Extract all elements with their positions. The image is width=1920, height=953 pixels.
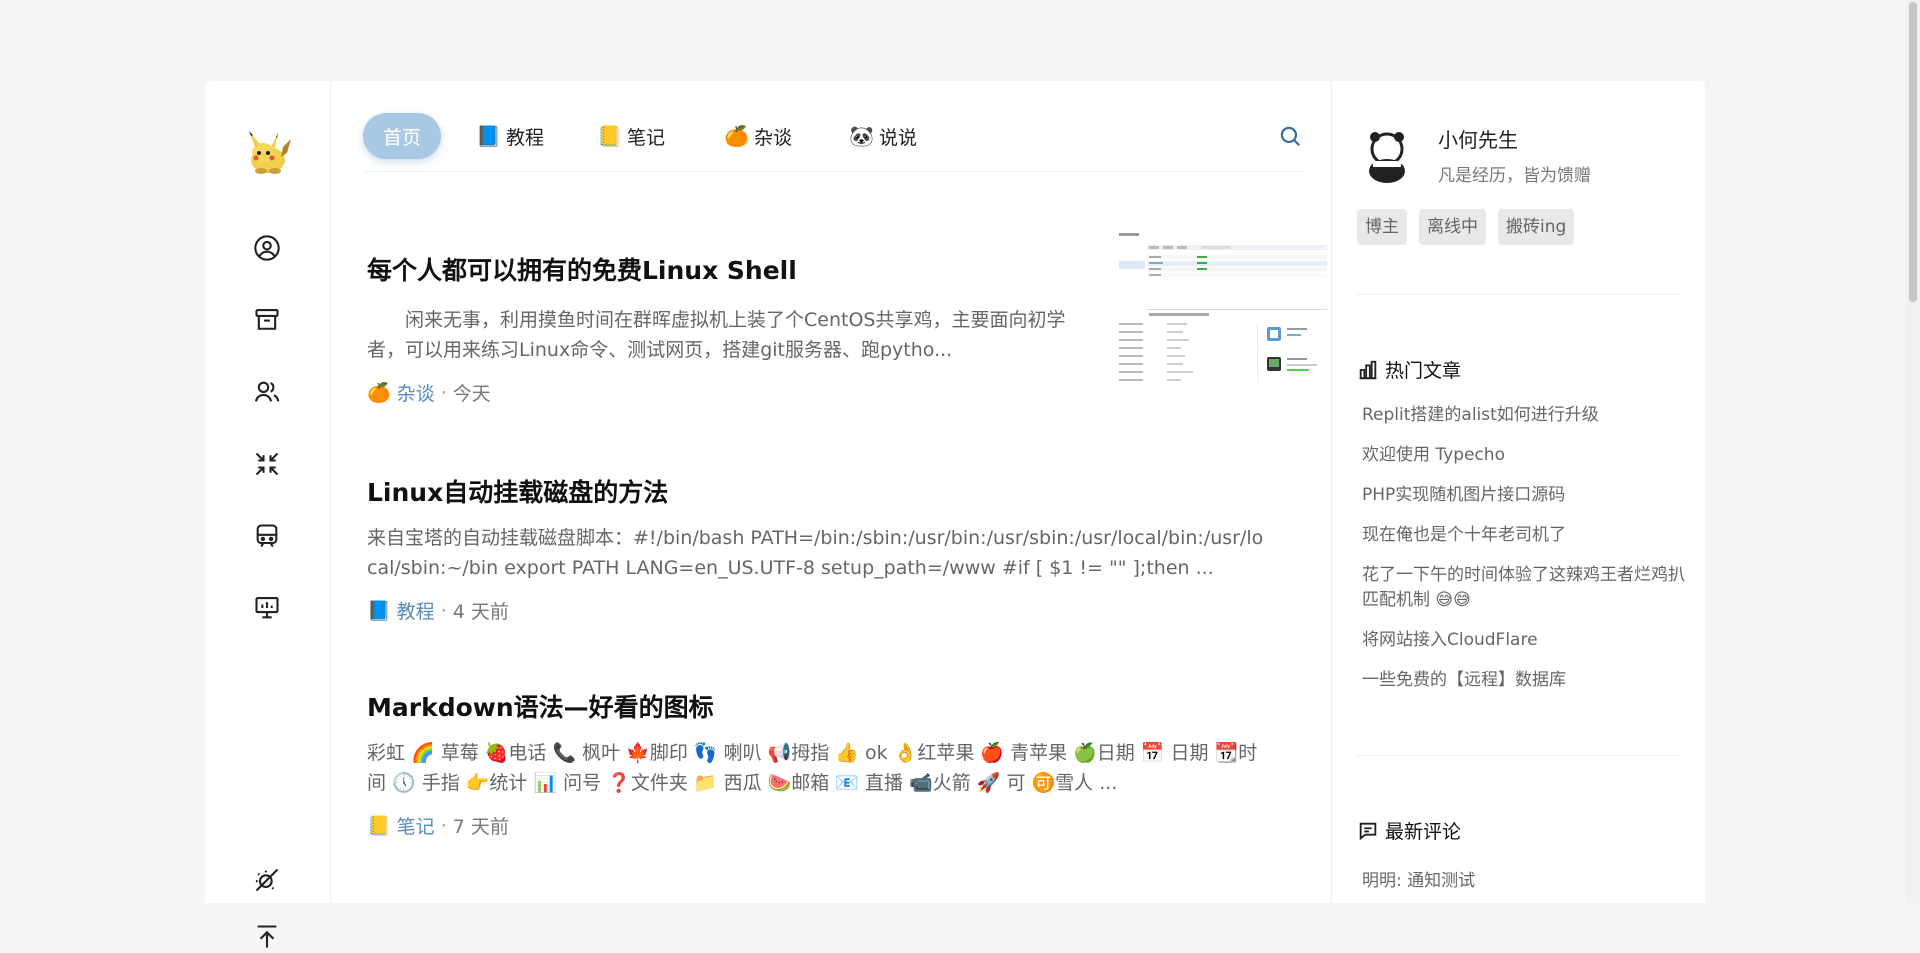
- bar-chart-icon: [1359, 360, 1377, 379]
- page-scrollbar[interactable]: [1906, 0, 1920, 903]
- author-tag: 离线中: [1419, 209, 1486, 245]
- post-excerpt: 彩虹 🌈 草莓 🍓电话 📞 枫叶 🍁脚印 👣 喇叭 📢拇指 👍 ok 👌红苹果 …: [367, 742, 1258, 794]
- post-card: Markdown语法—好看的图标 彩虹 🌈 草莓 🍓电话 📞 枫叶 🍁脚印 👣 …: [367, 688, 1297, 839]
- monitor-icon[interactable]: [251, 592, 283, 624]
- back-to-top-icon[interactable]: [251, 921, 283, 953]
- meta-separator: ·: [440, 814, 447, 837]
- hot-article-link[interactable]: Replit搭建的alist如何进行升级: [1362, 403, 1692, 428]
- shrink-icon[interactable]: [251, 448, 283, 480]
- nav-talk[interactable]: 🐼 说说: [849, 113, 917, 159]
- post-title[interactable]: Markdown语法—好看的图标: [367, 688, 1297, 724]
- scrollbar-thumb[interactable]: [1909, 2, 1917, 302]
- latest-comments-title: 最新评论: [1357, 817, 1461, 844]
- post-time: 4 天前: [452, 601, 509, 623]
- hot-article-link[interactable]: 一些免费的【远程】数据库: [1362, 668, 1692, 693]
- post-title[interactable]: Linux自动挂载磁盘的方法: [367, 473, 1297, 509]
- meta-separator: ·: [440, 381, 447, 404]
- nav-notes[interactable]: 📒 笔记: [597, 113, 665, 159]
- post-time: 今天: [452, 383, 491, 405]
- comment-icon: [1359, 822, 1377, 840]
- author-name: 小何先生: [1438, 128, 1518, 152]
- tangerine-icon: 🍊: [724, 124, 749, 148]
- ledger-icon: 📒: [597, 124, 622, 148]
- nav-home-label: 首页: [383, 126, 422, 149]
- hot-article-link[interactable]: 现在俺也是个十年老司机了: [1362, 523, 1692, 548]
- hot-article-link[interactable]: PHP实现随机图片接口源码: [1362, 483, 1692, 508]
- post-category-link[interactable]: 笔记: [397, 812, 435, 839]
- author-motto: 凡是经历，皆为馈赠: [1438, 166, 1591, 186]
- friends-icon[interactable]: [251, 376, 283, 408]
- author-tags: 博主 离线中 搬砖ing: [1357, 209, 1575, 245]
- nav-tutorial-label: 教程: [506, 126, 545, 149]
- post-category-link[interactable]: 教程: [397, 597, 435, 624]
- post-meta: 📒 笔记 · 7 天前: [367, 812, 1297, 839]
- author-avatar[interactable]: [1362, 127, 1412, 187]
- main-content: 首页 📘 教程 📒 笔记 🍊 杂谈 🐼 说说 每个人都可以拥有的免费Linux …: [331, 81, 1331, 903]
- nav-chat-label: 杂谈: [754, 126, 793, 149]
- meta-separator: ·: [440, 599, 447, 622]
- panda-icon: 🐼: [849, 124, 874, 148]
- nav-talk-label: 说说: [879, 126, 918, 149]
- nav-home[interactable]: 首页: [363, 113, 442, 159]
- hot-articles-label: 热门文章: [1385, 360, 1462, 382]
- latest-comments-label: 最新评论: [1385, 821, 1462, 843]
- author-tag: 博主: [1357, 209, 1407, 245]
- hot-article-link[interactable]: 将网站接入CloudFlare: [1362, 628, 1692, 653]
- hot-article-link[interactable]: 欢迎使用 Typecho: [1362, 443, 1692, 468]
- post-card: Linux自动挂载磁盘的方法 来自宝塔的自动挂载磁盘脚本：#!/bin/bash…: [367, 473, 1297, 624]
- comment-item[interactable]: 明明: 通知测试: [1362, 866, 1475, 891]
- divider: [1357, 755, 1681, 756]
- nav-notes-label: 笔记: [627, 126, 666, 149]
- ledger-icon: 📒: [367, 815, 391, 837]
- post-excerpt: 来自宝塔的自动挂载磁盘脚本：#!/bin/bash PATH=/bin:/sbi…: [367, 527, 1264, 579]
- hot-article-link[interactable]: 花了一下午的时间体验了这辣鸡王者烂鸡扒匹配机制 😅😅: [1362, 563, 1692, 613]
- divider: [1357, 294, 1681, 295]
- post-card: 每个人都可以拥有的免费Linux Shell 闲来无事，利用摸鱼时间在群晖虚拟机…: [367, 231, 1327, 406]
- tangerine-icon: 🍊: [367, 382, 391, 404]
- site-logo[interactable]: [241, 127, 293, 179]
- nav-tutorial[interactable]: 📘 教程: [476, 113, 544, 159]
- post-excerpt: 闲来无事，利用摸鱼时间在群晖虚拟机上装了个CentOS共享鸡，主要面向初学者，可…: [367, 309, 1066, 361]
- post-time: 7 天前: [452, 816, 509, 838]
- blue-book-icon: 📘: [367, 600, 391, 622]
- left-sidebar: [205, 81, 331, 948]
- post-category-link[interactable]: 杂谈: [397, 379, 435, 406]
- hot-articles-title: 热门文章: [1357, 356, 1461, 383]
- theme-toggle-icon[interactable]: [251, 864, 283, 896]
- post-meta: 📘 教程 · 4 天前: [367, 597, 1297, 624]
- nav-chat[interactable]: 🍊 杂谈: [724, 113, 792, 159]
- author-tag: 搬砖ing: [1498, 209, 1575, 245]
- post-thumbnail[interactable]: [1117, 231, 1327, 391]
- archive-icon[interactable]: [251, 304, 283, 336]
- user-icon[interactable]: [251, 232, 283, 264]
- train-icon[interactable]: [251, 520, 283, 552]
- category-nav: 首页 📘 教程 📒 笔记 🍊 杂谈 🐼 说说: [363, 111, 1303, 172]
- blue-book-icon: 📘: [476, 124, 501, 148]
- hot-articles-list: Replit搭建的alist如何进行升级 欢迎使用 Typecho PHP实现随…: [1362, 403, 1692, 708]
- page-frame: 首页 📘 教程 📒 笔记 🍊 杂谈 🐼 说说 每个人都可以拥有的免费Linux …: [205, 81, 1706, 948]
- search-icon[interactable]: [1277, 123, 1303, 149]
- right-sidebar: 小何先生 凡是经历，皆为馈赠 博主 离线中 搬砖ing 热门文章 Replit搭…: [1331, 81, 1706, 903]
